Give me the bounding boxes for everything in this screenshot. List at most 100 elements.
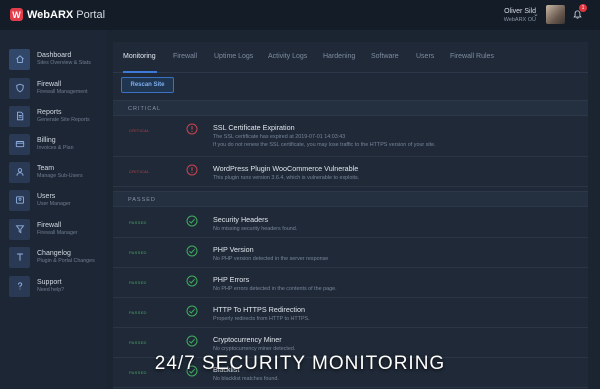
sidebar-item-reports[interactable]: Reports Generate Site Reports: [9, 102, 105, 130]
sidebar: Dashboard Sites Overview & Stats Firewall…: [0, 30, 107, 389]
check-description: No cryptocurrency miner detected.: [213, 346, 296, 352]
section-label: CRITICAL: [128, 106, 162, 112]
tab-firewall-rules[interactable]: Firewall Rules: [450, 53, 494, 60]
check-description: No PHP errors detected in the contents o…: [213, 286, 337, 292]
tab-monitoring[interactable]: Monitoring: [123, 53, 156, 60]
sidebar-item-users[interactable]: Users User Manager: [9, 186, 105, 214]
status-badge: CRITICAL: [129, 169, 150, 174]
sidebar-item-changelog[interactable]: Changelog Plugin & Portal Changes: [9, 243, 105, 271]
list-item[interactable]: CRITICAL WordPress Plugin WooCommerce Vu…: [113, 157, 588, 187]
check-description: No missing security headers found.: [213, 226, 298, 232]
sidebar-item-dashboard[interactable]: Dashboard Sites Overview & Stats: [9, 45, 105, 73]
sidebar-item-subtitle: User Manager: [37, 201, 71, 207]
check-title: Security Headers: [213, 215, 269, 224]
sidebar-item-subtitle: Invoices & Plan: [37, 145, 74, 151]
status-badge: PASSED: [129, 250, 147, 255]
check-title: PHP Errors: [213, 275, 250, 284]
user-icon: [9, 189, 30, 211]
active-tab-indicator: [123, 71, 157, 73]
section-label: PASSED: [128, 197, 156, 203]
sidebar-item-title: Team: [37, 165, 55, 172]
notification-badge: 1: [579, 4, 587, 12]
user-menu[interactable]: Oliver Sild WebARX OÜ: [504, 8, 536, 23]
status-badge: PASSED: [129, 280, 147, 285]
check-description: No PHP version detected in the server re…: [213, 256, 329, 262]
changelog-icon: [9, 246, 30, 268]
sidebar-item-subtitle: Need help?: [37, 287, 65, 293]
check-circle-icon: [186, 305, 198, 317]
tab-users[interactable]: Users: [416, 53, 434, 60]
sidebar-item-title: Support: [37, 279, 62, 286]
sidebar-item-subtitle: Manage Sub-Users: [37, 173, 83, 179]
sidebar-item-subtitle: Sites Overview & Stats: [37, 60, 91, 66]
status-badge: CRITICAL: [129, 128, 150, 133]
user-name: Oliver Sild: [504, 8, 536, 15]
chevron-down-icon[interactable]: ⌄: [533, 10, 539, 18]
brand-mark-icon: W: [10, 8, 23, 21]
sidebar-item-subtitle: Plugin & Portal Changes: [37, 258, 95, 264]
check-title: PHP Version: [213, 245, 254, 254]
sidebar-item-title: Reports: [37, 109, 62, 116]
sidebar-item-title: Firewall: [37, 81, 62, 88]
shield-icon: [9, 77, 30, 99]
section-header-passed: PASSED: [113, 191, 588, 207]
list-item[interactable]: PASSED HTTP To HTTPS Redirection Properl…: [113, 298, 588, 328]
tab-software[interactable]: Software: [371, 53, 399, 60]
list-item[interactable]: PASSED PHP Errors No PHP errors detected…: [113, 268, 588, 298]
sidebar-item-billing[interactable]: Billing Invoices & Plan: [9, 130, 105, 158]
list-item[interactable]: PASSED PHP Version No PHP version detect…: [113, 238, 588, 268]
video-caption: 24/7 SECURITY MONITORING: [154, 353, 446, 374]
sidebar-item-subtitle: Generate Site Reports: [37, 117, 90, 123]
sidebar-item-title: Users: [37, 193, 56, 200]
sidebar-item-subtitle: Firewall Manager: [37, 230, 78, 236]
tab-uptime-logs[interactable]: Uptime Logs: [214, 53, 253, 60]
monitoring-panel: Monitoring Firewall Uptime Logs Activity…: [113, 42, 588, 389]
tab-bar: Monitoring Firewall Uptime Logs Activity…: [113, 42, 588, 73]
alert-circle-icon: [186, 164, 198, 176]
sidebar-item-support[interactable]: Support Need help?: [9, 272, 105, 300]
brand-name: WebARX Portal: [27, 8, 106, 21]
tab-firewall[interactable]: Firewall: [173, 53, 197, 60]
sidebar-item-firewall-manager[interactable]: Firewall Firewall Manager: [9, 215, 105, 243]
sidebar-item-subtitle: Firewall Management: [37, 89, 88, 95]
section-header-critical: CRITICAL: [113, 100, 588, 116]
check-title: WordPress Plugin WooCommerce Vulnerable: [213, 164, 359, 173]
list-item[interactable]: PASSED Security Headers No missing secur…: [113, 208, 588, 238]
alert-circle-icon: [186, 123, 198, 135]
check-description-extra: If you do not renew the SSL certificate,…: [213, 142, 436, 148]
sidebar-item-firewall[interactable]: Firewall Firewall Management: [9, 74, 105, 102]
status-badge: PASSED: [129, 310, 147, 315]
home-icon: [9, 48, 30, 70]
document-icon: [9, 105, 30, 127]
team-icon: [9, 161, 30, 183]
check-title: SSL Certificate Expiration: [213, 123, 295, 132]
avatar[interactable]: [546, 5, 565, 24]
question-icon: [9, 275, 30, 297]
check-circle-icon: [186, 245, 198, 257]
check-description: The SSL certificate has expired at 2019-…: [213, 134, 346, 140]
sidebar-item-title: Firewall: [37, 222, 62, 229]
sidebar-item-title: Changelog: [37, 250, 71, 257]
sidebar-item-title: Billing: [37, 137, 56, 144]
tab-activity-logs[interactable]: Activity Logs: [268, 53, 307, 60]
brand-logo[interactable]: W WebARX Portal: [10, 8, 105, 21]
top-bar: W WebARX Portal Oliver Sild WebARX OÜ ⌄ …: [0, 0, 600, 30]
status-badge: PASSED: [129, 220, 147, 225]
credit-card-icon: [9, 133, 30, 155]
sidebar-item-team[interactable]: Team Manage Sub-Users: [9, 158, 105, 186]
sidebar-item-title: Dashboard: [37, 52, 72, 59]
check-circle-icon: [186, 335, 198, 347]
rescan-site-button[interactable]: Rescan Site: [121, 77, 174, 93]
check-title: Cryptocurrency Miner: [213, 335, 282, 344]
list-item[interactable]: CRITICAL SSL Certificate Expiration The …: [113, 116, 588, 157]
status-badge: PASSED: [129, 340, 147, 345]
user-org: WebARX OÜ: [503, 17, 536, 23]
check-description: This plugin runs version 3.6.4, which is…: [213, 175, 360, 181]
check-description: No blacklist matches found.: [213, 376, 279, 382]
check-circle-icon: [186, 275, 198, 287]
tab-hardening[interactable]: Hardening: [323, 53, 355, 60]
check-circle-icon: [186, 215, 198, 227]
check-title: HTTP To HTTPS Redirection: [213, 305, 306, 314]
filter-icon: [9, 218, 30, 240]
check-description: Properly redirects from HTTP to HTTPS.: [213, 316, 310, 322]
